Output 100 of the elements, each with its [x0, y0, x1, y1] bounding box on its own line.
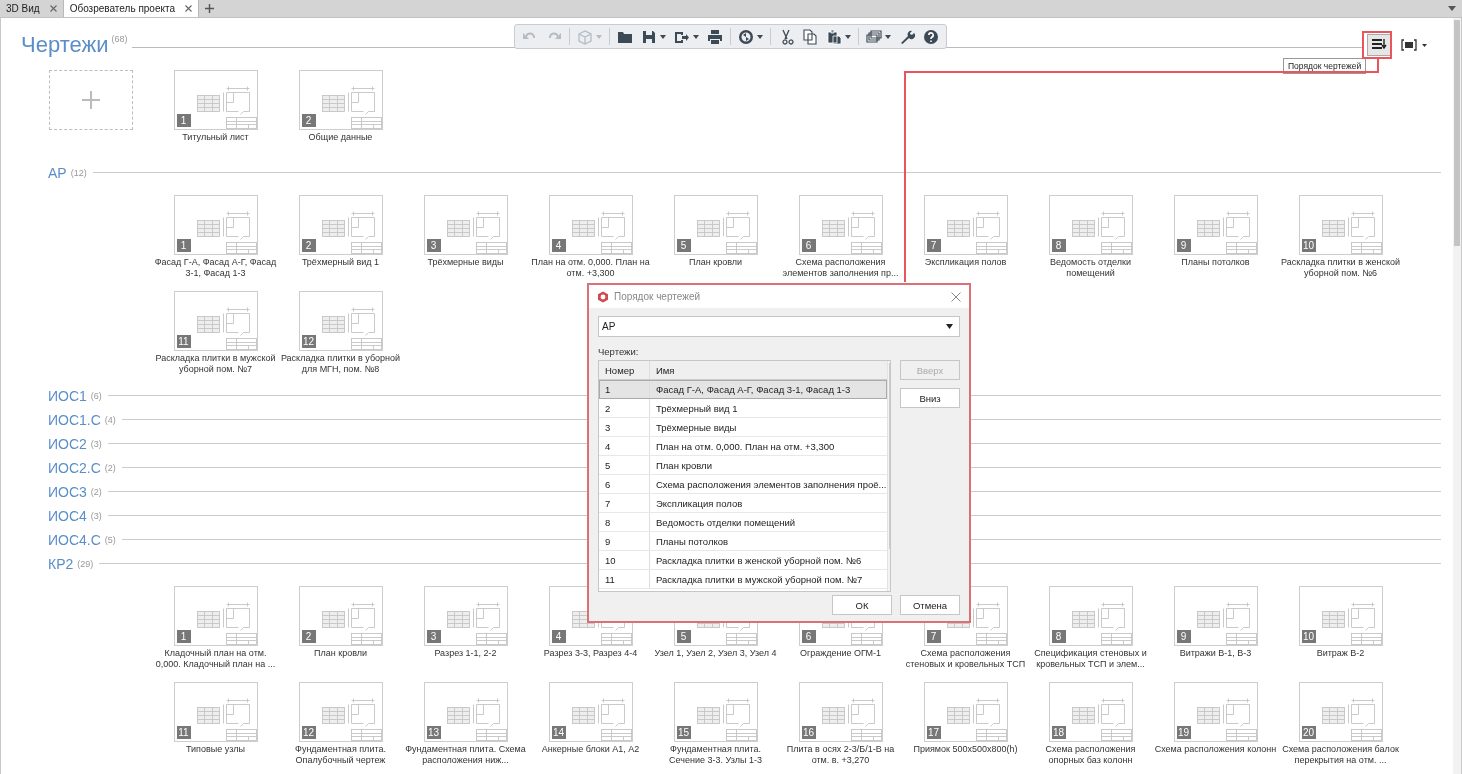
sheet-name: Трёхмерные виды [655, 420, 738, 435]
sheet-number-badge: 11 [176, 334, 191, 348]
sheet-number-badge: 6 [801, 629, 816, 643]
group-count: (2) [104, 462, 116, 473]
sheet-number-badge: 14 [551, 725, 566, 739]
sheet-name: Фасад Г-А, Фасад А-Г, Фасад 3-1, Фасад 1-3 [153, 256, 278, 280]
page-title: Чертежи [21, 34, 109, 56]
sheet-number-badge: 5 [676, 238, 691, 252]
sheet-name: Планы потолков [1180, 256, 1251, 268]
group-count: (29) [77, 558, 94, 569]
sheet-number-badge: 4 [551, 238, 566, 252]
sheet-name: Разрез 1-1, 2-2 [433, 647, 498, 659]
row-number: 5 [599, 456, 650, 474]
sheet-number-badge: 8 [1051, 238, 1066, 252]
sheet-name: План кровли [688, 256, 743, 268]
list-label: Чертежи: [598, 346, 640, 357]
sheet-name: Фасад Г-А, Фасад А-Г, Фасад 3-1, Фасад 1-3 [655, 382, 852, 397]
sheet-name: План на отм. 0,000. План на отм. +3,300 [655, 439, 836, 454]
sheet-name: Экспликация полов [923, 256, 1008, 268]
sheet-name: Схема расположения балок перекрытия на отм. ... [1281, 743, 1400, 767]
row-number: 2 [599, 399, 650, 417]
dialog-title: Порядок чертежей [614, 291, 702, 302]
row-number: 11 [599, 570, 650, 588]
sheet-name: Схема расположения элементов заполнения пр... [781, 256, 900, 280]
sheet-name: План кровли [655, 458, 713, 473]
sheet-number-badge: 1 [176, 629, 191, 643]
sheet-name: Раскладка плитки в женской уборной пом. №6 [1280, 256, 1401, 280]
sheet-number-badge: 9 [1176, 238, 1191, 252]
row-number: 3 [599, 418, 650, 436]
group-count: (5) [104, 534, 116, 545]
sheet-name: Экспликация полов [655, 496, 744, 511]
sheet-name: Схема расположения опорных баз колонн [1044, 743, 1137, 767]
group-count: (6) [90, 390, 102, 401]
sheet-name: Раскладка плитки в уборной для МГН, пом. №8 [279, 352, 402, 376]
sheet-number-badge: 7 [926, 238, 941, 252]
sheet-name: Ограждение ОГМ-1 [798, 647, 883, 659]
sheet-name: План на отм. 0,000. План на отм. +3,300 [530, 256, 651, 280]
sheet-number-badge: 8 [1051, 629, 1066, 643]
sheet-name: Трёхмерный вид 1 [300, 256, 381, 268]
sheet-name: Трёхмерные виды [426, 256, 505, 268]
sheet-name: Титульный лист [181, 132, 250, 144]
sheet-name: Трёхмерный вид 1 [655, 401, 739, 416]
group-count: (3) [90, 510, 102, 521]
sheet-number-badge: 2 [301, 114, 316, 127]
sheet-number-badge: 10 [1301, 238, 1316, 252]
sheet-name: Схема расположения стеновых и кровельных ТСП [904, 647, 1027, 671]
sheet-number-badge: 20 [1301, 725, 1316, 739]
sheet-number-badge: 17 [926, 725, 941, 739]
sheet-name: Раскладка плитки в мужской уборной пом. №7 [154, 352, 277, 376]
sheet-name: Планы потолков [655, 534, 730, 549]
sheet-name: Фундаментная плита. Опалубочный чертеж [294, 743, 387, 767]
sheet-name: Ведомость отделки помещений [655, 515, 797, 530]
sheet-number-badge: 9 [1176, 629, 1191, 643]
sheet-name: Спецификация стеновых и кровельных ТСП и элем... [1033, 647, 1148, 671]
sheet-count: (68) [111, 34, 128, 44]
sheet-name: Ведомость отделки помещений [1049, 256, 1132, 280]
sheet-number-badge: 4 [551, 629, 566, 643]
sheet-number-badge: 5 [676, 629, 691, 643]
sheet-name: Схема расположения колонн [1153, 743, 1278, 755]
sheet-number-badge: 1 [176, 238, 191, 252]
sheet-name: Анкерные блоки А1, А2 [540, 743, 641, 755]
sheet-number-badge: 11 [176, 725, 191, 739]
sheet-number-badge: 2 [301, 629, 316, 643]
sheet-number-badge: 10 [1301, 629, 1316, 643]
row-number: 10 [599, 551, 650, 569]
row-number: 9 [599, 532, 650, 550]
group-count: (12) [70, 167, 87, 178]
row-number: 6 [599, 475, 650, 493]
sheet-name: Приямок 500х500х800(h) [912, 743, 1019, 755]
row-number: 4 [599, 437, 650, 455]
group-count: (3) [90, 438, 102, 449]
sheet-number-badge: 3 [426, 238, 441, 252]
sheet-name: Раскладка плитки в мужской уборной пом. №7 [655, 572, 864, 587]
sheet-number-badge: 15 [676, 725, 691, 739]
sheet-name: Витражи В-1, В-3 [1178, 647, 1253, 659]
sheet-name: Типовые узлы [185, 743, 246, 755]
sheet-name: Кладочный план на отм. 0,000. Кладочный план на ... [154, 647, 277, 671]
group-count: (4) [104, 414, 116, 425]
sheet-number-badge: 19 [1176, 725, 1191, 739]
sheet-number-badge: 12 [301, 334, 316, 348]
sheet-number-badge: 7 [926, 629, 941, 643]
sheet-name: План кровли [313, 647, 368, 659]
sheet-number-badge: 18 [1051, 725, 1066, 739]
sheet-number-badge: 2 [301, 238, 316, 252]
sheet-number-badge: 12 [301, 725, 316, 739]
group-count: (2) [90, 486, 102, 497]
sheet-name: Фундаментная плита. Схема расположения ниж... [404, 743, 527, 767]
sheet-name: Разрез 3-3, Разрез 4-4 [542, 647, 639, 659]
sheet-name: Плита в осях 2-3/Б/1-В на отм. в. +3,270 [785, 743, 896, 767]
sheet-name: Узел 1, Узел 2, Узел 3, Узел 4 [653, 647, 778, 659]
sheet-number-badge: 3 [426, 629, 441, 643]
sheet-name: Раскладка плитки в женской уборной пом. №6 [655, 553, 863, 568]
sheet-number-badge: 6 [801, 238, 816, 252]
sheet-name: Витраж В-2 [1315, 647, 1366, 659]
sheet-number-badge: 16 [801, 725, 816, 739]
sheet-number-badge: 1 [176, 114, 191, 127]
sheet-name: Фундаментная плита. Сечение 3-3. Узлы 1-3 [668, 743, 763, 767]
row-number: 1 [599, 380, 650, 398]
row-number: 8 [599, 513, 650, 531]
sheet-name: Схема расположения элементов заполнения проё... [655, 477, 887, 492]
